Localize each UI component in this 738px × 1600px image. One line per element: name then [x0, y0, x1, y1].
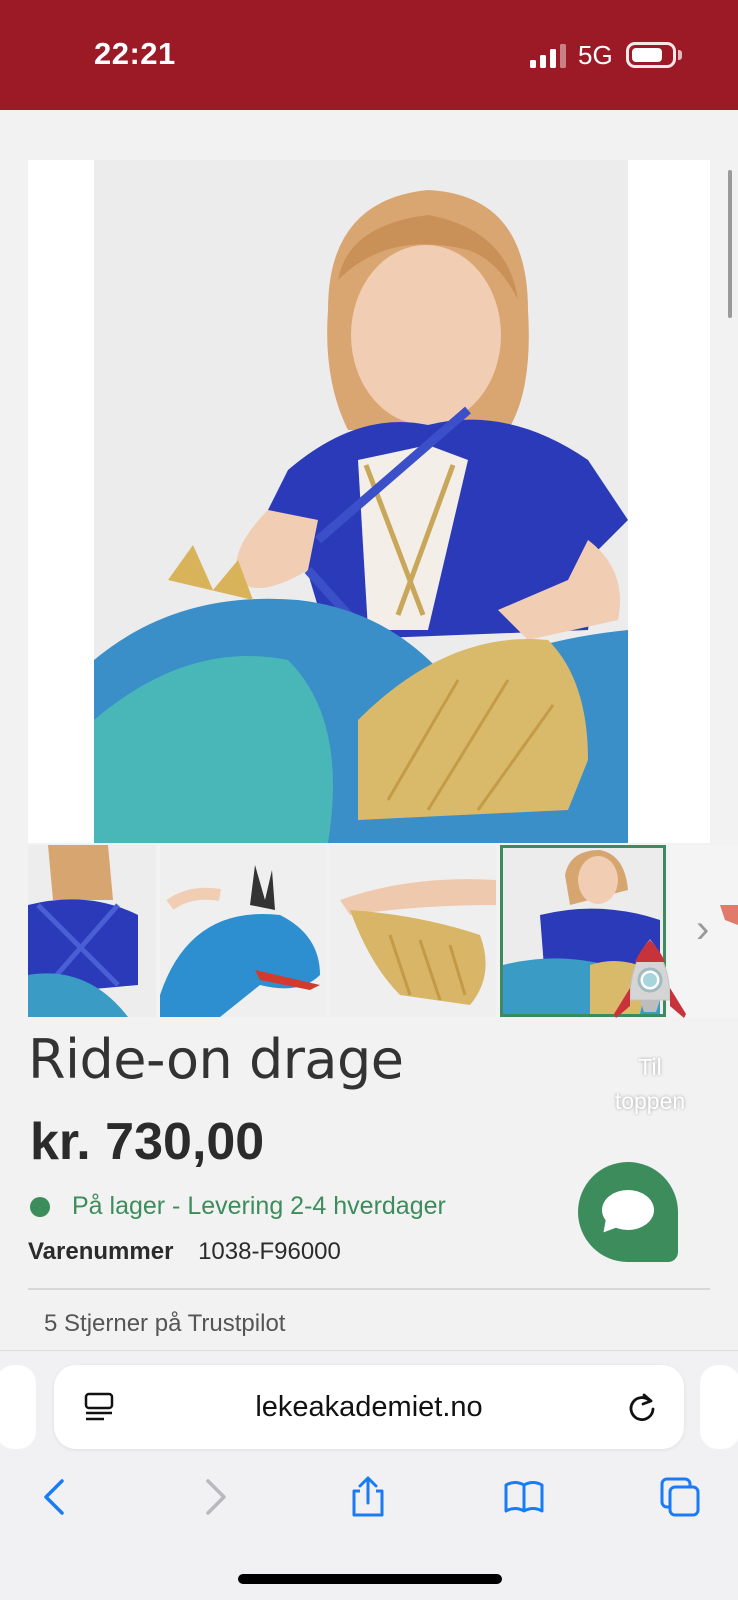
page-content[interactable]: › Til toppen Ride-on drage kr. 730,00 På… [0, 110, 738, 1350]
in-stock-dot-icon [30, 1196, 50, 1217]
sku-label: Varenummer [28, 1238, 174, 1265]
network-type: 5G [578, 40, 613, 70]
thumbnail-image [330, 845, 496, 1017]
rocket-icon[interactable] [608, 938, 692, 1038]
previous-tab-pill[interactable] [0, 1365, 36, 1449]
to-top-line-2: toppen [614, 1088, 686, 1114]
thumbnail-3[interactable] [330, 845, 496, 1017]
to-top-line-1: Til [638, 1054, 662, 1080]
cellular-signal-icon [530, 44, 566, 68]
share-icon[interactable] [346, 1475, 390, 1519]
thumbnail-image [28, 845, 156, 1017]
battery-tip [678, 50, 682, 60]
sku-value: 1038-F96000 [198, 1238, 341, 1265]
page-scrollbar[interactable] [728, 170, 732, 318]
battery-level [632, 48, 662, 62]
sku-row: Varenummer 1038-F96000 [28, 1238, 341, 1266]
battery-icon [626, 42, 676, 68]
back-icon[interactable] [34, 1475, 78, 1519]
thumbnail-2[interactable] [160, 845, 326, 1017]
status-time: 22:21 [94, 36, 176, 71]
stock-status: På lager - Levering 2-4 hverdager [30, 1192, 446, 1221]
address-bar[interactable]: lekeakademiet.no [54, 1365, 684, 1449]
tabs-icon[interactable] [658, 1475, 702, 1519]
thumbnail-image [160, 845, 326, 1017]
thumbnail-1[interactable] [28, 845, 156, 1017]
product-price: kr. 730,00 [30, 1113, 265, 1171]
reload-icon[interactable] [626, 1391, 658, 1423]
chevron-right-icon[interactable]: › [696, 907, 709, 952]
to-top-label[interactable]: Til toppen [600, 1050, 700, 1118]
product-photo [94, 160, 628, 843]
browser-toolbar: lekeakademiet.no [0, 1350, 738, 1600]
product-title: Ride-on drage [28, 1028, 404, 1091]
stock-status-text: På lager - Levering 2-4 hverdager [72, 1192, 446, 1220]
chat-button[interactable] [578, 1162, 678, 1262]
home-indicator[interactable] [238, 1574, 502, 1584]
next-tab-pill[interactable] [700, 1365, 738, 1449]
product-main-image[interactable] [28, 160, 710, 843]
bookmarks-icon[interactable] [502, 1475, 546, 1519]
trustpilot-text: 5 Stjerner på Trustpilot [44, 1310, 286, 1337]
status-bar: 22:21 5G [0, 0, 738, 110]
divider [28, 1288, 710, 1290]
forward-icon[interactable] [192, 1475, 236, 1519]
url-text[interactable]: lekeakademiet.no [54, 1391, 684, 1424]
